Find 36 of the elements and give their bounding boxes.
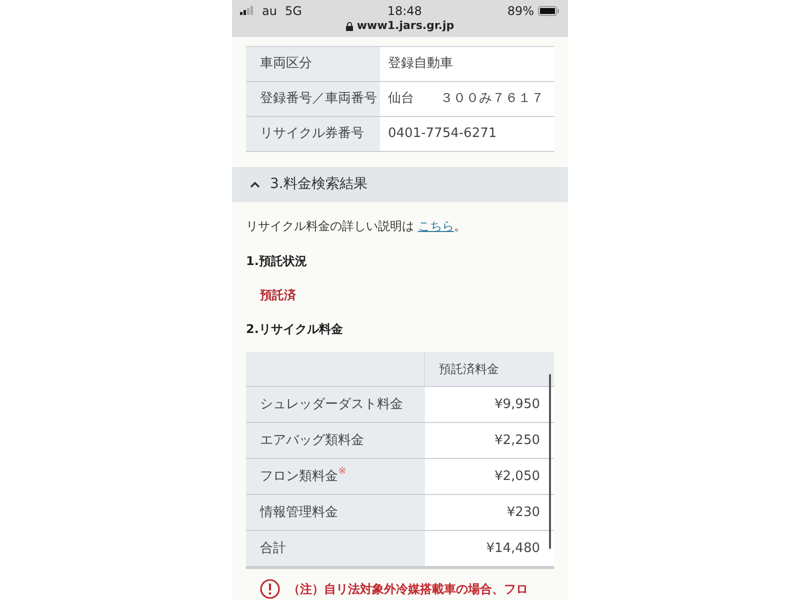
intro-suffix: 。	[454, 219, 466, 233]
details-link[interactable]: こちら	[418, 219, 454, 233]
table-cell: エアバッグ類料金	[246, 423, 425, 458]
status-text: 預託済	[260, 287, 297, 304]
battery-percent: 89%	[507, 2, 534, 20]
table-cell: ¥14,480	[425, 531, 554, 566]
column-header: 預託済料金	[438, 361, 500, 378]
warning-text: （注）自リ法対象外冷媒搭載車の場合、フロ	[288, 581, 528, 598]
table-cell: 仙台 ３００み７６１７	[380, 82, 554, 116]
address-bar[interactable]: www1.jars.gr.jp	[240, 18, 560, 34]
table-cell: 登録番号／車両番号	[246, 82, 380, 116]
clock-time: 18:48	[387, 2, 422, 20]
subheading: 1.預託状況	[246, 253, 308, 270]
table-cell: シュレッダーダスト料金	[246, 387, 425, 422]
table-cell: ¥9,950	[425, 387, 554, 422]
intro-text: リサイクル料金の詳しい説明は	[246, 219, 415, 233]
table-cell: 0401-7754-6271	[380, 117, 554, 151]
chevron-icon	[250, 181, 260, 188]
table-cell: リサイクル券番号	[246, 117, 380, 151]
battery-icon	[538, 6, 560, 16]
subheading: 2.リサイクル料金	[246, 321, 344, 338]
table-cell: 登録自動車	[380, 47, 554, 81]
lock-icon	[346, 22, 353, 31]
table-cell: ¥2,250	[425, 423, 554, 458]
scrollbar[interactable]	[549, 374, 551, 549]
warning-icon	[260, 579, 280, 599]
table-cell: 情報管理料金	[246, 495, 425, 530]
table-cell: フロン類料金$^{※}$	[246, 459, 425, 494]
table-cell: ¥2,050	[425, 459, 554, 494]
carrier-name: au	[262, 2, 277, 20]
table-cell: ¥230	[425, 495, 554, 530]
network-type: 5G	[284, 2, 302, 20]
signal-icon	[240, 6, 254, 15]
table-cell: 合計	[246, 531, 425, 566]
section-header[interactable]: 3.料金検索結果	[232, 167, 568, 202]
table-cell: 車両区分	[246, 47, 380, 81]
